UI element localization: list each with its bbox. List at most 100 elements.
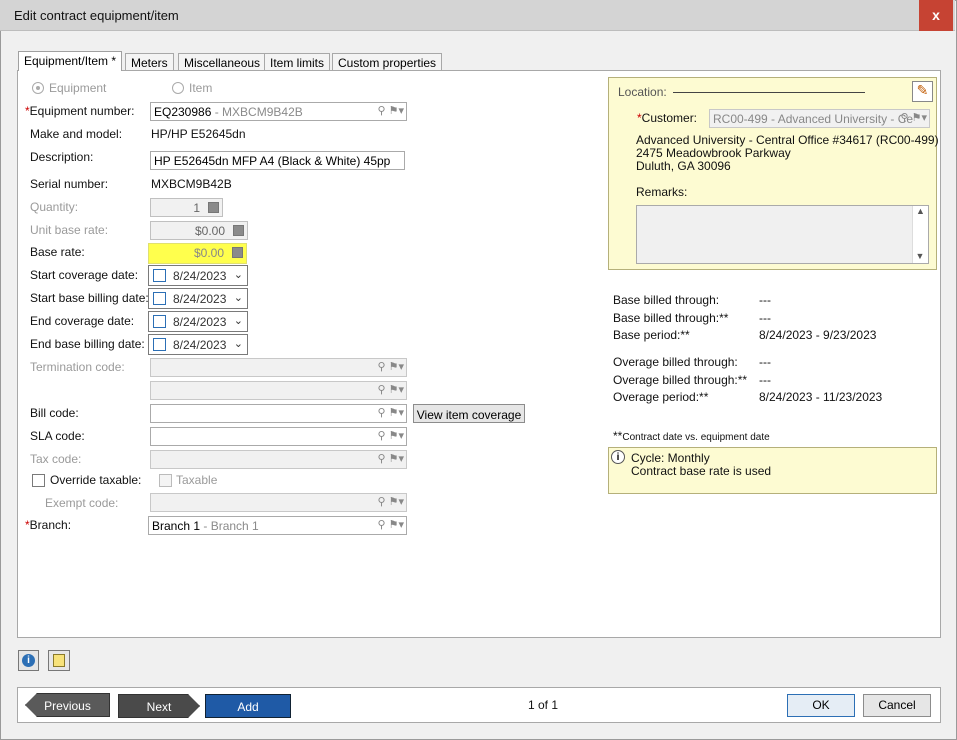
lookup-icon[interactable]: ⚲ ⚑▾ xyxy=(378,429,405,442)
termination-code-label: Termination code: xyxy=(30,360,125,374)
scroll-down-icon[interactable]: ▼ xyxy=(913,251,927,261)
start-coverage-label: Start coverage date: xyxy=(30,268,139,282)
lookup-icon: ⚲ ⚑▾ xyxy=(377,496,405,508)
exempt-code-label: Exempt code: xyxy=(45,496,119,510)
base-period-value: 8/24/2023 - 9/23/2023 xyxy=(759,328,877,342)
date-checkbox[interactable] xyxy=(153,315,166,328)
base-rate-label: Base rate: xyxy=(30,245,85,259)
bill-code-field[interactable]: ⚲ ⚑▾ xyxy=(150,404,407,423)
exempt-code-field: ⚲ ⚑▾ xyxy=(150,493,407,512)
tab-meters[interactable]: Meters xyxy=(125,53,174,71)
end-coverage-label: End coverage date: xyxy=(30,314,135,328)
remarks-scrollbar[interactable]: ▲ ▼ xyxy=(912,206,928,263)
scroll-up-icon[interactable]: ▲ xyxy=(913,206,928,216)
base-rate-input[interactable]: $0.00 xyxy=(148,243,247,264)
item-radio-label: Item xyxy=(189,81,213,95)
lookup-icon: ⚲ ⚑▾ xyxy=(377,361,405,373)
make-model-label: Make and model: xyxy=(30,127,123,141)
previous-button[interactable]: Previous xyxy=(25,693,110,717)
address-line-1: Advanced University - Central Office #34… xyxy=(636,133,939,147)
bill-code-label: Bill code: xyxy=(30,406,79,420)
chevron-down-icon[interactable]: ⌄ xyxy=(234,268,243,281)
chevron-down-icon[interactable]: ⌄ xyxy=(234,291,243,304)
ok-button[interactable]: OK xyxy=(787,694,855,717)
description-input[interactable]: HP E52645dn MFP A4 (Black & White) 45pp xyxy=(150,151,405,170)
taxable-checkbox xyxy=(159,474,172,487)
tax-code-label: Tax code: xyxy=(30,452,82,466)
overage-billed-through-contract-label: Overage billed through:** xyxy=(613,373,748,387)
close-button[interactable]: x xyxy=(919,0,953,31)
start-billing-date[interactable]: 8/24/2023 ⌄ xyxy=(148,288,248,309)
rate-note-text: Contract base rate is used xyxy=(631,464,772,478)
make-model-value: HP/HP E52645dn xyxy=(151,127,246,141)
page-indicator: 1 of 1 xyxy=(528,698,559,712)
base-billed-through-label: Base billed through: xyxy=(613,293,720,307)
date-checkbox[interactable] xyxy=(153,338,166,351)
address-line-2: 2475 Meadowbrook Parkway xyxy=(636,146,791,160)
date-checkbox[interactable] xyxy=(153,292,166,305)
overage-period-label: Overage period:** xyxy=(613,390,709,404)
serial-number-value: MXBCM9B42B xyxy=(151,177,232,191)
title-bar: Edit contract equipment/item xyxy=(0,0,955,31)
taxable-label: Taxable xyxy=(176,473,218,487)
unit-base-rate-label: Unit base rate: xyxy=(30,223,109,237)
equipment-radio[interactable] xyxy=(32,82,44,94)
chevron-down-icon[interactable]: ⌄ xyxy=(234,314,243,327)
equipment-radio-label: Equipment xyxy=(49,81,107,95)
cancel-button[interactable]: Cancel xyxy=(863,694,931,717)
end-billing-label: End base billing date: xyxy=(30,337,145,351)
sla-code-field[interactable]: ⚲ ⚑▾ xyxy=(150,427,407,446)
tab-miscellaneous[interactable]: Miscellaneous xyxy=(178,53,267,71)
override-taxable-checkbox[interactable] xyxy=(32,474,45,487)
next-button[interactable]: Next xyxy=(118,694,200,718)
lookup-icon: ⚲ ⚑▾ xyxy=(377,384,405,396)
termination-code-field-2: ⚲ ⚑▾ xyxy=(150,381,407,400)
unit-base-rate-input: $0.00 xyxy=(150,221,248,240)
add-button[interactable]: Add xyxy=(205,694,291,718)
calculator-icon xyxy=(232,247,243,258)
info-panel: i Cycle: Monthly Contract base rate is u… xyxy=(608,447,937,494)
base-billed-through-contract-label: Base billed through:** xyxy=(613,311,729,325)
note-icon xyxy=(53,654,65,667)
equipment-number-field[interactable]: EQ230986 - MXBCM9B42B ⚲ ⚑▾ xyxy=(150,102,407,121)
lookup-icon[interactable]: ⚲ ⚑▾ xyxy=(378,406,405,419)
end-billing-date[interactable]: 8/24/2023 ⌄ xyxy=(148,334,248,355)
branch-field[interactable]: Branch 1 - Branch 1 ⚲ ⚑▾ xyxy=(148,516,407,535)
start-billing-label: Start base billing date: xyxy=(30,291,149,305)
lookup-icon[interactable]: ⚲ ⚑▾ xyxy=(378,518,405,531)
edit-pencil-icon[interactable]: ✎ xyxy=(912,81,933,102)
customer-field: RC00-499 - Advanced University - Ce ⚲ ⚑▾ xyxy=(709,109,930,128)
overage-billed-through-contract-value: --- xyxy=(759,373,771,387)
base-billed-through-value: --- xyxy=(759,293,771,307)
sla-code-label: SLA code: xyxy=(30,429,85,443)
notes-button[interactable] xyxy=(48,650,70,671)
base-billed-through-contract-value: --- xyxy=(759,311,771,325)
calculator-icon xyxy=(208,202,219,213)
info-button[interactable]: i xyxy=(18,650,39,671)
tax-code-field: ⚲ ⚑▾ xyxy=(150,450,407,469)
chevron-down-icon[interactable]: ⌄ xyxy=(234,337,243,350)
end-coverage-date[interactable]: 8/24/2023 ⌄ xyxy=(148,311,248,332)
tab-item-limits[interactable]: Item limits xyxy=(264,53,330,71)
info-icon: i xyxy=(611,450,625,464)
lookup-icon[interactable]: ⚲ ⚑▾ xyxy=(378,104,405,117)
location-divider xyxy=(673,92,865,93)
serial-number-label: Serial number: xyxy=(30,177,109,191)
remarks-textarea[interactable]: ▲ ▼ xyxy=(636,205,929,264)
quantity-input: 1 xyxy=(150,198,223,217)
address-line-3: Duluth, GA 30096 xyxy=(636,159,731,173)
remarks-label: Remarks: xyxy=(636,185,688,199)
view-item-coverage-button[interactable]: View item coverage xyxy=(413,404,525,423)
footnote: **Contract date vs. equipment date xyxy=(613,429,770,443)
tab-equipment-item[interactable]: Equipment/Item * xyxy=(18,51,123,71)
start-coverage-date[interactable]: 8/24/2023 ⌄ xyxy=(148,265,248,286)
location-heading: Location: xyxy=(618,85,667,99)
cycle-text: Cycle: Monthly xyxy=(631,451,710,465)
date-checkbox[interactable] xyxy=(153,269,166,282)
description-label: Description: xyxy=(30,150,94,164)
item-radio[interactable] xyxy=(172,82,184,94)
tab-custom-properties[interactable]: Custom properties xyxy=(332,53,443,71)
override-taxable-label: Override taxable: xyxy=(50,473,142,487)
quantity-label: Quantity: xyxy=(30,200,79,214)
overage-billed-through-value: --- xyxy=(759,355,771,369)
